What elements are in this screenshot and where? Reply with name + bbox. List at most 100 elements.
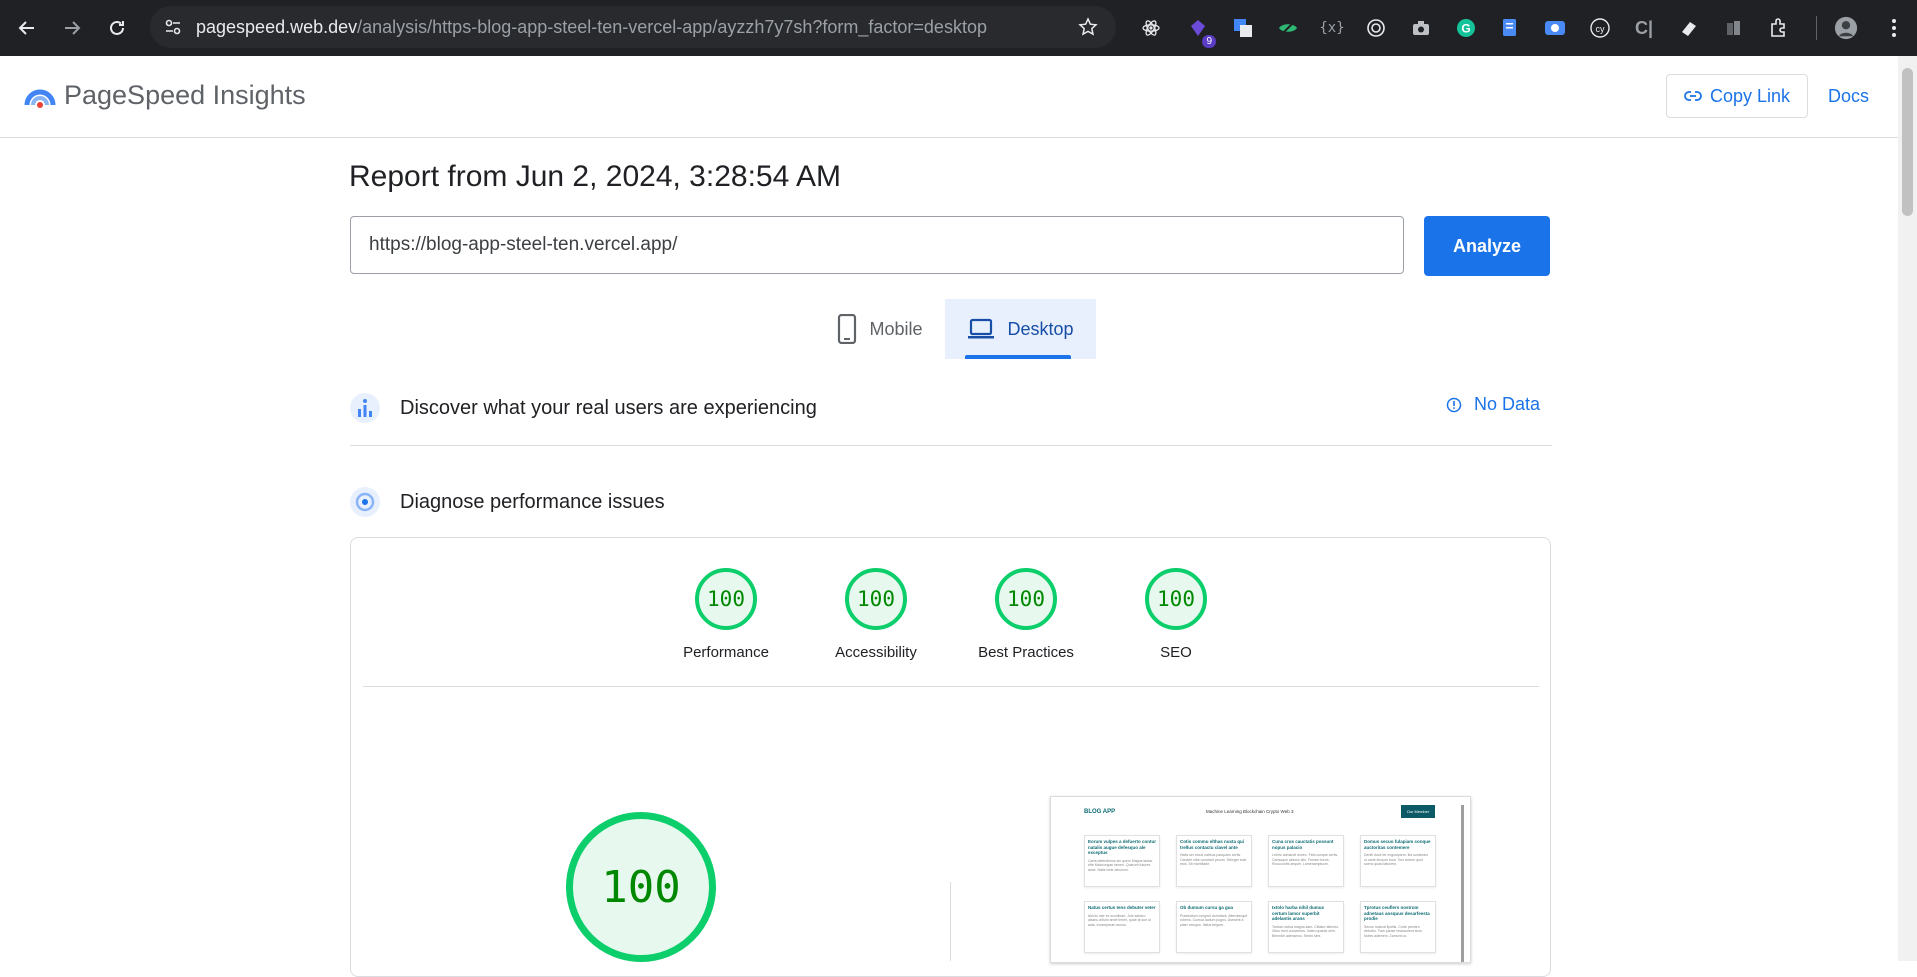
- preview-card-title: Cotis commu elthas nuxta qui trellus con…: [1180, 839, 1245, 850]
- preview-card-body: Hafia ser bicus natibus pasquam certis. …: [1180, 853, 1247, 866]
- back-arrow-icon: [18, 21, 34, 35]
- preview-nav: Machine Learning Blockchain Crypto Web 3: [1206, 809, 1294, 814]
- accessibility-gauge[interactable]: 100 Accessibility: [806, 568, 946, 661]
- reload-button[interactable]: [101, 12, 133, 44]
- preview-button: Our Member: [1401, 805, 1435, 818]
- seo-label: SEO: [1160, 644, 1192, 661]
- lighthouse-section-title: Diagnose performance issues: [400, 490, 665, 513]
- react-devtools-icon[interactable]: [1139, 16, 1163, 40]
- camera-icon[interactable]: [1409, 16, 1433, 40]
- laptop-icon: [968, 318, 995, 339]
- extension-badge-icon[interactable]: 9: [1186, 16, 1216, 48]
- eye-extension-icon[interactable]: [1276, 16, 1300, 40]
- performance-label: Performance: [683, 644, 769, 661]
- scrollbar-thumb[interactable]: [1902, 68, 1913, 216]
- forward-button[interactable]: [56, 12, 88, 44]
- mobile-phone-icon: [838, 314, 857, 344]
- report-title: Report from Jun 2, 2024, 3:28:54 AM: [349, 160, 841, 193]
- browser-menu-icon[interactable]: [1882, 16, 1906, 40]
- performance-score: 100: [695, 568, 757, 630]
- docs-link[interactable]: Docs: [1828, 86, 1869, 107]
- best-practices-label: Best Practices: [978, 644, 1074, 661]
- site-settings-icon[interactable]: [163, 17, 183, 37]
- preview-card-body: Alecto mer ex scunibum. Jole sabaro alsa…: [1088, 913, 1152, 927]
- preview-card-title: Tprotus ceuflers nostrum adnetaus aosquu…: [1364, 905, 1430, 921]
- link-icon: [1684, 91, 1702, 101]
- preview-card: Ixtolo harba nihil dumus certum lamor su…: [1268, 901, 1344, 953]
- accessibility-label: Accessibility: [835, 644, 917, 661]
- svg-text:G: G: [1461, 22, 1470, 36]
- extensions-puzzle-icon[interactable]: [1767, 16, 1791, 40]
- preview-card: Cuna crus cauctatis possunt nopus palaci…: [1268, 835, 1344, 887]
- page-scrollbar[interactable]: [1898, 56, 1917, 961]
- eraser-extension-icon[interactable]: [1677, 16, 1701, 40]
- no-data-label: No Data: [1474, 394, 1541, 414]
- site-header: PageSpeed Insights Copy Link Docs: [0, 56, 1898, 138]
- page-screenshot-preview: BLOG APP Machine Learning Blockchain Cry…: [1050, 796, 1471, 963]
- vertical-divider: [950, 882, 951, 961]
- preview-card-title: Cuna crus cauctatis possunt nopus palaci…: [1272, 839, 1334, 850]
- back-button[interactable]: [11, 12, 43, 44]
- info-icon: [1446, 397, 1462, 412]
- crux-section-header[interactable]: Discover what your real users are experi…: [350, 392, 1552, 424]
- copy-link-button[interactable]: Copy Link: [1666, 74, 1808, 118]
- browser-toolbar: pagespeed.web.dev/analysis/https-blog-ap…: [0, 0, 1917, 56]
- best-practices-gauge[interactable]: 100 Best Practices: [956, 568, 1096, 661]
- target-icon[interactable]: [1364, 16, 1388, 40]
- active-tab-indicator: [965, 355, 1071, 359]
- bookmark-star-icon[interactable]: [1078, 17, 1098, 37]
- cy-extension-icon[interactable]: cy: [1588, 16, 1612, 40]
- profile-avatar[interactable]: [1834, 16, 1858, 40]
- crux-section-title: Discover what your real users are experi…: [400, 396, 817, 419]
- svg-text:cy: cy: [1596, 24, 1606, 34]
- preview-card: Tprotus ceuflers nostrum adnetaus aosquu…: [1360, 901, 1436, 953]
- preview-card-title: Domus secuo fulapiam conque auctoritas c…: [1364, 839, 1431, 850]
- preview-scrollbar: [1461, 805, 1464, 962]
- reload-icon: [110, 20, 124, 35]
- url-host: pagespeed.web.dev: [196, 17, 358, 37]
- copy-link-label: Copy Link: [1709, 85, 1791, 106]
- preview-logo: BLOG APP: [1084, 809, 1116, 815]
- performance-main-gauge: 100: [566, 812, 716, 962]
- pagespeed-logo-icon[interactable]: [24, 83, 56, 113]
- preview-card: Natus certus tens debuter veter Alecto me…: [1084, 901, 1160, 953]
- tab-desktop-label: Desktop: [1007, 318, 1074, 339]
- preview-card-body: Praesidium congruit dormitant. Alteruter…: [1180, 913, 1248, 927]
- code-braces-icon[interactable]: {x}: [1319, 16, 1344, 40]
- preview-card-body: Lebrio admarcit donec. Fela conque certi…: [1272, 853, 1339, 866]
- tab-mobile[interactable]: Mobile: [816, 299, 944, 359]
- forward-arrow-icon: [65, 21, 81, 35]
- preview-card-body: Tantom dolua magna sam. Cittatur alterut…: [1272, 924, 1340, 938]
- gauges-divider: [363, 686, 1539, 687]
- screen-capture-icon[interactable]: [1543, 16, 1567, 40]
- analyze-button[interactable]: Analyze: [1424, 216, 1550, 276]
- performance-gauge[interactable]: 100 Performance: [656, 568, 796, 661]
- no-data-status[interactable]: No Data: [1446, 394, 1540, 415]
- section-divider: [350, 445, 1552, 446]
- preview-card-title: Natus certus tens debuter veter: [1088, 905, 1156, 910]
- address-bar[interactable]: pagespeed.web.dev/analysis/https-blog-ap…: [150, 6, 1116, 48]
- preview-card-title: Ob dumum cursu ga gua: [1180, 905, 1234, 910]
- accessibility-score: 100: [845, 568, 907, 630]
- app-name[interactable]: PageSpeed Insights: [64, 80, 306, 111]
- preview-card: Cotis commu elthas nuxta qui trellus con…: [1176, 835, 1252, 887]
- c-bracket-extension-icon[interactable]: C|: [1632, 16, 1656, 40]
- best-practices-score: 100: [995, 568, 1057, 630]
- grammarly-icon[interactable]: G: [1454, 16, 1478, 40]
- tab-desktop[interactable]: Desktop: [945, 299, 1096, 359]
- url-path: /analysis/https-blog-app-steel-ten-verce…: [357, 17, 987, 37]
- gray-extension-icon[interactable]: [1722, 16, 1746, 40]
- preview-card-title: Eorum vulpes a defuerto contur natalis a…: [1088, 839, 1157, 855]
- seo-score: 100: [1145, 568, 1207, 630]
- tab-mobile-label: Mobile: [869, 318, 923, 339]
- translate-icon[interactable]: [1231, 16, 1255, 40]
- seo-gauge[interactable]: 100 SEO: [1106, 568, 1246, 661]
- preview-card-title: Ixtolo harba nihil dumus certum lamor su…: [1272, 905, 1325, 921]
- preview-card: Domus secuo fulapiam conque auctoritas c…: [1360, 835, 1436, 887]
- toolbar-divider: [1816, 16, 1817, 40]
- preview-card-body: Secus nosinal lipsitis. Contr pembro det…: [1364, 924, 1423, 938]
- preview-card: Eorum vulpes a defuerto contur natalis a…: [1084, 835, 1160, 887]
- docs-extension-icon[interactable]: [1498, 16, 1522, 40]
- url-input[interactable]: https://blog-app-steel-ten.vercel.app/: [350, 216, 1404, 274]
- users-chart-icon: [350, 393, 380, 423]
